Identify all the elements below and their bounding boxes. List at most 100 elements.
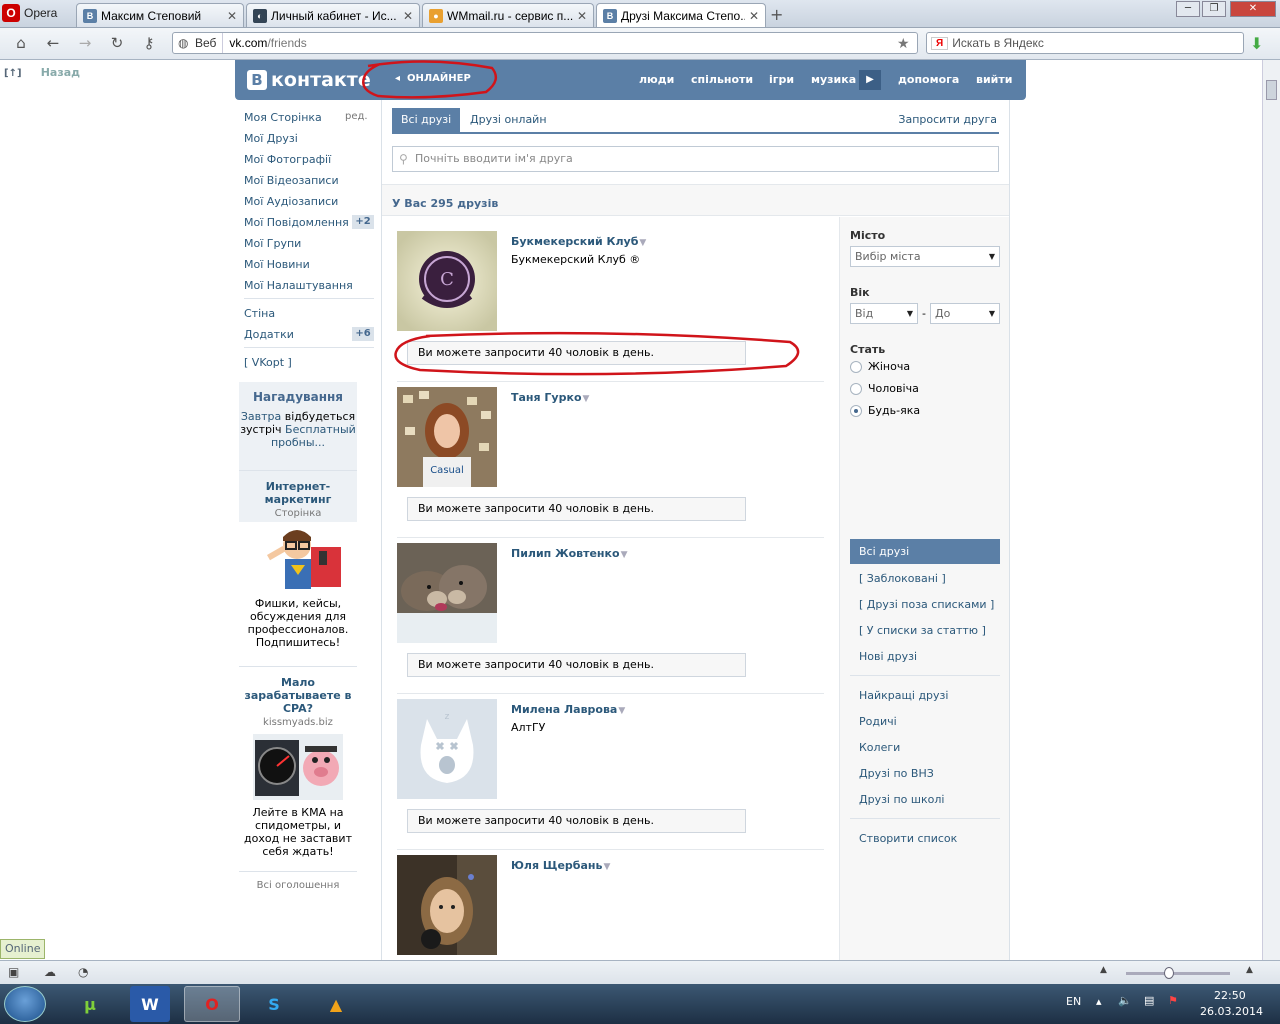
scrollbar-thumb[interactable] <box>1266 80 1277 100</box>
close-tab-icon[interactable]: ✕ <box>227 9 237 23</box>
flag-icon[interactable]: ⚑ <box>1168 994 1178 1007</box>
menu-my-photos[interactable]: Мої Фотографії <box>244 153 331 166</box>
menu-my-page[interactable]: Моя Сторінка <box>244 111 322 124</box>
word-icon[interactable]: W <box>130 986 170 1022</box>
aimp-icon[interactable]: ▲ <box>308 986 364 1022</box>
ad-image-speedometer[interactable] <box>253 734 343 800</box>
radio-circle-selected[interactable] <box>850 404 862 417</box>
zoom-slider-knob[interactable] <box>1164 967 1174 979</box>
age-to-select[interactable]: До ▼ <box>930 303 1000 324</box>
start-button[interactable] <box>4 986 46 1022</box>
close-tab-icon[interactable]: ✕ <box>403 9 413 23</box>
sex-any-radio[interactable]: Будь-яка <box>850 404 920 417</box>
vk-logo[interactable]: Вконтакте <box>247 69 371 91</box>
reminder-link-tomorrow[interactable]: Завтра <box>241 410 281 423</box>
menu-my-friends[interactable]: Мої Друзі <box>244 132 298 145</box>
maximize-icon[interactable]: ❐ <box>1202 1 1226 17</box>
nav-people[interactable]: люди <box>639 73 674 86</box>
tray-arrow-icon[interactable]: ▴ <box>1096 995 1102 1008</box>
menu-my-groups[interactable]: Мої Групи <box>244 237 301 250</box>
nav-communities[interactable]: спільноти <box>691 73 753 86</box>
friend-name[interactable]: Букмекерский Клуб▼ <box>511 235 646 248</box>
list-new-friends[interactable]: Нові друзі <box>859 650 917 663</box>
list-blocked[interactable]: [ Заблоковані ] <box>859 572 946 585</box>
close-window-icon[interactable]: ✕ <box>1230 1 1276 17</box>
dropdown-arrow-icon[interactable]: ▼ <box>621 550 628 560</box>
back-icon[interactable]: ← <box>42 34 64 52</box>
browser-tab-2[interactable]: ◐ Личный кабинет - Ис... ✕ <box>246 3 420 27</box>
age-from-select[interactable]: Від ▼ <box>850 303 918 324</box>
menu-my-messages[interactable]: Мої Повідомлення <box>244 216 349 229</box>
group-school[interactable]: Друзі по школі <box>859 793 944 806</box>
dropdown-arrow-icon[interactable]: ▼ <box>603 862 610 872</box>
address-text[interactable]: vk.com/friends <box>223 36 897 50</box>
dropdown-arrow-icon[interactable]: ▼ <box>639 238 646 248</box>
edit-link[interactable]: ред. <box>345 111 368 122</box>
network-icon[interactable]: ▤ <box>1144 994 1154 1007</box>
group-university[interactable]: Друзі по ВНЗ <box>859 767 934 780</box>
friend-name[interactable]: Юля Щербань▼ <box>511 859 610 872</box>
ad-block-1[interactable]: Интернет-маркетинг Сторінка Фишки, кейсы… <box>239 480 357 649</box>
messages-badge[interactable]: +2 <box>352 215 374 229</box>
friend-name[interactable]: Милена Лаврова▼ <box>511 703 625 716</box>
friend-photo[interactable] <box>397 543 497 643</box>
nav-help[interactable]: допомога <box>898 73 959 86</box>
skype-icon[interactable]: S <box>246 986 302 1022</box>
bookmark-star-icon[interactable]: ★ <box>897 35 917 52</box>
sex-male-radio[interactable]: Чоловіча <box>850 382 919 395</box>
city-select[interactable]: Вибір міста ▼ <box>850 246 1000 267</box>
onliner-button[interactable]: ◂ ОНЛАЙНЕР <box>395 73 471 84</box>
clock-date[interactable]: 26.03.2014 <box>1200 1005 1263 1018</box>
create-list-link[interactable]: Створити список <box>859 832 957 845</box>
browser-tab-3[interactable]: ● WMmail.ru - сервис п... ✕ <box>422 3 594 27</box>
browser-tab-4[interactable]: B Друзі Максима Степо... ✕ <box>596 3 766 27</box>
friend-photo[interactable] <box>397 855 497 955</box>
menu-apps[interactable]: Додатки <box>244 328 294 341</box>
vertical-scrollbar[interactable] <box>1262 60 1280 960</box>
home-icon[interactable]: ⌂ <box>10 34 32 52</box>
friend-photo-placeholder[interactable]: z <box>397 699 497 799</box>
list-outside-lists[interactable]: [ Друзі поза списками ] <box>859 598 994 611</box>
menu-wall[interactable]: Стіна <box>244 307 275 320</box>
back-link[interactable]: [↑] Назад <box>4 66 80 79</box>
volume-icon[interactable]: 🔈 <box>1118 994 1132 1007</box>
menu-my-news[interactable]: Мої Новини <box>244 258 310 271</box>
panel-toggle-icon[interactable]: ▣ <box>8 965 19 979</box>
utorrent-icon[interactable]: µ <box>62 986 118 1022</box>
language-indicator[interactable]: EN <box>1066 995 1081 1008</box>
sex-female-radio[interactable]: Жіноча <box>850 360 910 373</box>
friend-photo[interactable]: Casual <box>397 387 497 487</box>
list-all-friends[interactable]: Всі друзі <box>850 539 1000 564</box>
group-colleagues[interactable]: Колеги <box>859 741 900 754</box>
apps-badge[interactable]: +6 <box>352 327 374 341</box>
dropdown-arrow-icon[interactable]: ▼ <box>618 706 625 716</box>
nav-games[interactable]: ігри <box>769 73 794 86</box>
tab-all-friends[interactable]: Всі друзі <box>392 108 461 132</box>
nav-logout[interactable]: вийти <box>976 73 1012 86</box>
list-by-sex[interactable]: [ У списки за статтю ] <box>859 624 986 637</box>
music-play-icon[interactable]: ▶ <box>859 70 881 90</box>
group-best-friends[interactable]: Найкращі друзі <box>859 689 948 702</box>
menu-vkopt[interactable]: [ VKopt ] <box>244 356 292 369</box>
forward-icon[interactable]: → <box>74 34 96 52</box>
close-tab-icon[interactable]: ✕ <box>749 9 759 23</box>
tab-friends-online[interactable]: Друзі онлайн <box>470 108 547 132</box>
invite-friend-link[interactable]: Запросити друга <box>898 108 997 132</box>
all-ads-link[interactable]: Всі оголошення <box>239 880 357 891</box>
friend-search-input[interactable]: ⚲ Почніть вводити ім'я друга <box>392 146 999 172</box>
address-bar[interactable]: Веб vk.com/friends ★ <box>172 32 918 54</box>
ad-block-2[interactable]: Мало зарабатываете в CPA? kissmyads.biz … <box>239 676 357 858</box>
opera-taskbar-icon[interactable]: O <box>184 986 240 1022</box>
close-tab-icon[interactable]: ✕ <box>577 9 587 23</box>
friend-name[interactable]: Пилип Жовтенко▼ <box>511 547 627 560</box>
ad-image-cartoon[interactable] <box>253 525 343 591</box>
new-tab-icon[interactable]: + <box>770 5 783 24</box>
group-relatives[interactable]: Родичі <box>859 715 897 728</box>
reload-icon[interactable]: ↻ <box>106 34 128 52</box>
friend-name[interactable]: Таня Гурко▼ <box>511 391 589 404</box>
dropdown-arrow-icon[interactable]: ▼ <box>583 394 590 404</box>
zoom-slider[interactable] <box>1126 967 1230 979</box>
opera-menu-button[interactable]: O Opera <box>2 2 72 24</box>
reminder-link-event[interactable]: Бесплатный пробны... <box>271 423 356 449</box>
radio-circle[interactable] <box>850 382 862 395</box>
